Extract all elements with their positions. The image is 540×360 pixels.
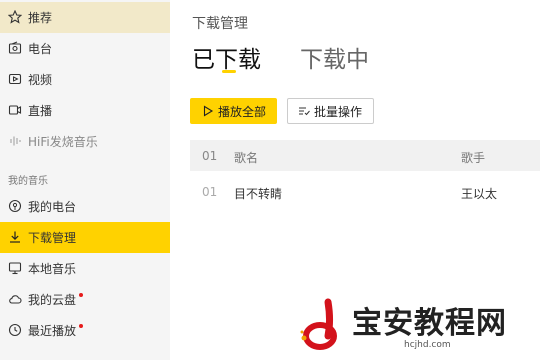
row-index: 01: [202, 185, 218, 199]
active-tab-indicator: [222, 70, 236, 73]
sidebar-item-label: 电台: [28, 42, 53, 56]
radio-icon: [8, 41, 22, 54]
tab-downloading[interactable]: 下载中: [300, 40, 369, 74]
row-artist[interactable]: 王以太: [461, 185, 497, 202]
sidebar-item-radio[interactable]: 电台: [0, 33, 170, 64]
batch-list-icon: [299, 107, 310, 116]
table-header: 01 歌名 歌手: [190, 140, 540, 171]
sidebar-item-live[interactable]: 直播: [0, 95, 170, 126]
watermark-logo-icon: [300, 298, 337, 350]
sidebar-item-cloud-disk[interactable]: 我的云盘: [0, 284, 170, 315]
play-icon: [203, 105, 214, 117]
watermark-text: 宝安教程网: [352, 306, 507, 341]
hifi-icon: [10, 136, 21, 146]
podcast-icon: [8, 199, 22, 213]
table-row[interactable]: 01 目不转睛 王以太: [190, 176, 540, 206]
sidebar-item-my-radio[interactable]: 我的电台: [0, 191, 170, 222]
sidebar-item-label: 本地音乐: [28, 262, 77, 276]
video-icon: [8, 73, 22, 85]
clock-icon: [8, 323, 22, 337]
notification-dot: [79, 292, 84, 297]
sidebar-item-label: 视频: [28, 73, 53, 87]
sidebar-item-label: 下载管理: [28, 231, 77, 245]
batch-operation-label: 批量操作: [314, 104, 363, 119]
sidebar-item-hifi[interactable]: HiFi发烧音乐: [0, 126, 170, 157]
header-index: 01: [202, 149, 218, 163]
page-title: 下载管理: [192, 16, 248, 32]
row-song-title[interactable]: 目不转睛: [234, 185, 282, 202]
sidebar-item-label: 推荐: [28, 11, 53, 25]
tab-downloaded[interactable]: 已下载: [192, 40, 261, 74]
sidebar-item-label: 直播: [28, 104, 53, 118]
notification-dot: [79, 323, 84, 328]
monitor-icon: [8, 262, 22, 275]
sidebar-item-label: HiFi发烧音乐: [28, 135, 98, 149]
header-artist[interactable]: 歌手: [461, 149, 485, 166]
batch-operation-button[interactable]: 批量操作: [287, 98, 374, 124]
sidebar-item-label: 最近播放: [28, 324, 77, 338]
sidebar-item-label: 我的云盘: [28, 293, 77, 307]
sidebar-item-video[interactable]: 视频: [0, 64, 170, 95]
header-title[interactable]: 歌名: [234, 149, 258, 166]
sidebar-item-local-music[interactable]: 本地音乐: [0, 253, 170, 284]
watermark-url: hcjhd.com: [404, 340, 451, 350]
sidebar-item-recommend[interactable]: 推荐: [0, 2, 170, 33]
section-title-my-music: 我的音乐: [8, 176, 48, 187]
play-all-button[interactable]: 播放全部: [190, 98, 277, 124]
sidebar-item-recent-play[interactable]: 最近播放: [0, 315, 170, 346]
star-icon: [8, 10, 22, 24]
play-all-label: 播放全部: [218, 104, 267, 119]
sidebar: 推荐 电台 视频 直播 HiFi发烧音乐 我的音乐 我的电台 下载管理 本地音乐…: [0, 0, 170, 360]
download-icon: [10, 231, 20, 243]
sidebar-item-label: 我的电台: [28, 200, 77, 214]
watermark: 宝安教程网 hcjhd.com: [290, 294, 540, 360]
cloud-icon: [9, 295, 22, 304]
live-icon: [8, 105, 22, 115]
sidebar-item-download-manager[interactable]: 下载管理: [0, 222, 170, 253]
